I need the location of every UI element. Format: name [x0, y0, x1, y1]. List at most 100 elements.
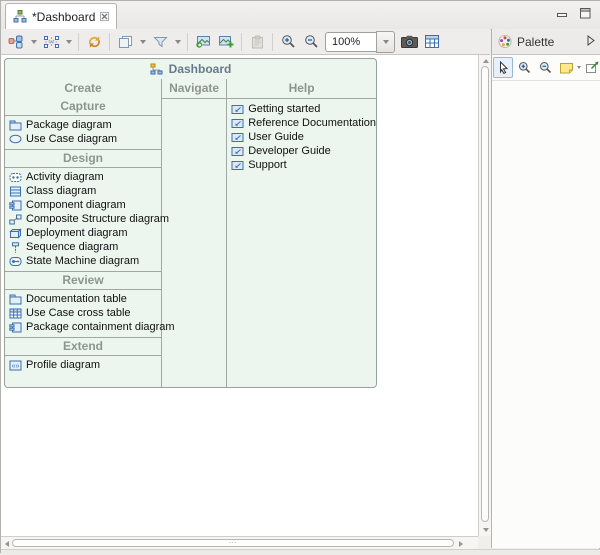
filters-button[interactable]: [149, 31, 171, 53]
synchronize-button[interactable]: [83, 31, 105, 53]
dropdown-arrow-icon[interactable]: [137, 31, 148, 53]
list-item[interactable]: Composite Structure diagram: [5, 212, 161, 226]
dashboard-panel: Dashboard Create Capture: [4, 58, 377, 388]
grid-button[interactable]: [421, 31, 443, 53]
list-item[interactable]: Support: [227, 158, 376, 172]
item-label: User Guide: [248, 131, 304, 143]
list-item[interactable]: Class diagram: [5, 184, 161, 198]
palette-zoom-in-button[interactable]: [514, 57, 534, 78]
dashboard-icon: [150, 63, 164, 75]
zoom-dropdown-button[interactable]: [376, 31, 395, 53]
note-tool-button[interactable]: [556, 57, 576, 78]
diagram-toolbar: [1, 29, 490, 55]
list-item[interactable]: Deployment diagram: [5, 226, 161, 240]
horizontal-scroll-thumb[interactable]: ⋯: [12, 539, 454, 547]
tab-dashboard[interactable]: *Dashboard: [5, 3, 117, 29]
list-item[interactable]: Documentation table: [5, 292, 161, 306]
list-item[interactable]: Use Case diagram: [5, 132, 161, 146]
maximize-button[interactable]: [580, 8, 591, 19]
filter-icon: [153, 35, 168, 49]
help-column: Help Getting started: [227, 79, 376, 387]
link-tool-button[interactable]: [582, 57, 600, 78]
zoom-out-icon: [304, 34, 319, 49]
palette-icon: [498, 34, 512, 49]
capture-section: Capture Package diagram: [5, 98, 161, 150]
palette-header[interactable]: Palette: [491, 29, 600, 55]
toolbar-separator: [187, 33, 188, 51]
list-item[interactable]: Getting started: [227, 102, 376, 116]
nodes-icon: [8, 35, 24, 49]
item-label: State Machine diagram: [26, 255, 139, 267]
zoom-in-icon: [518, 61, 531, 74]
scrollbar-corner: [478, 536, 491, 549]
camera-icon: [401, 35, 418, 48]
sync-icon: [87, 35, 102, 49]
zoom-in-button[interactable]: [277, 31, 299, 53]
state-machine-diagram-icon: [8, 256, 22, 267]
create-column-header: Create: [5, 79, 161, 98]
image-export-icon: [195, 35, 211, 48]
note-icon: [559, 62, 574, 74]
navigate-column: Navigate: [162, 79, 227, 387]
help-link-icon: [230, 118, 244, 129]
export-image-button[interactable]: [192, 31, 214, 53]
close-icon[interactable]: [100, 12, 109, 21]
snapshot-button[interactable]: [398, 31, 420, 53]
scroll-up-arrow-icon[interactable]: [480, 55, 491, 66]
list-item[interactable]: «» Profile diagram: [5, 358, 161, 372]
scroll-left-arrow-icon[interactable]: [1, 538, 12, 549]
list-item[interactable]: Component diagram: [5, 198, 161, 212]
help-link-icon: [230, 132, 244, 143]
vertical-scroll-thumb[interactable]: [481, 66, 489, 522]
copy-appearance-button[interactable]: [114, 31, 136, 53]
palette-title: Palette: [517, 35, 554, 49]
paste-icon: [251, 35, 264, 49]
dropdown-arrow-icon[interactable]: [172, 31, 183, 53]
zoom-out-button[interactable]: [300, 31, 322, 53]
scroll-down-arrow-icon[interactable]: [480, 524, 491, 535]
cursor-icon: [498, 61, 509, 74]
diagram-nodes-button[interactable]: [5, 31, 27, 53]
dropdown-arrow-icon[interactable]: [577, 66, 581, 69]
horizontal-scrollbar: ⋯: [1, 536, 478, 549]
create-column: Create Capture Package diagram: [5, 79, 162, 387]
dashboard-title: Dashboard: [169, 62, 232, 76]
sequence-diagram-icon: [8, 242, 22, 253]
review-section: Review Documentation table: [5, 272, 161, 338]
diagram-canvas[interactable]: Dashboard Create Capture: [1, 55, 478, 536]
dropdown-arrow-icon[interactable]: [63, 31, 74, 53]
list-item[interactable]: Use Case cross table: [5, 306, 161, 320]
list-item[interactable]: Reference Documentation: [227, 116, 376, 130]
scroll-right-arrow-icon[interactable]: [455, 538, 466, 549]
item-label: Use Case cross table: [26, 307, 131, 319]
profile-diagram-icon: «»: [8, 360, 22, 371]
select-tool-button[interactable]: [493, 57, 513, 78]
image-add-icon: [218, 35, 234, 48]
item-label: Getting started: [248, 103, 320, 115]
collapse-arrow-icon[interactable]: [587, 35, 595, 49]
list-item[interactable]: Developer Guide: [227, 144, 376, 158]
zoom-level-input[interactable]: [325, 32, 376, 52]
list-item[interactable]: Package containment diagram: [5, 320, 161, 334]
minimize-button[interactable]: [557, 9, 568, 18]
arrange-button[interactable]: [40, 31, 62, 53]
composite-structure-diagram-icon: [8, 214, 22, 225]
help-link-icon: [230, 146, 244, 157]
package-diagram-icon: [8, 120, 22, 131]
list-item[interactable]: User Guide: [227, 130, 376, 144]
dropdown-arrow-icon[interactable]: [28, 31, 39, 53]
zoom-in-icon: [281, 34, 296, 49]
item-label: Class diagram: [26, 185, 96, 197]
add-image-button[interactable]: [215, 31, 237, 53]
list-item[interactable]: Activity diagram: [5, 170, 161, 184]
list-item[interactable]: Sequence diagram: [5, 240, 161, 254]
class-diagram-icon: [8, 186, 22, 197]
zoom-level-combo: [325, 31, 395, 53]
item-label: Support: [248, 159, 287, 171]
paste-button[interactable]: [246, 31, 268, 53]
palette-zoom-out-button[interactable]: [535, 57, 555, 78]
arrange-icon: [43, 35, 60, 49]
list-item[interactable]: State Machine diagram: [5, 254, 161, 268]
list-item[interactable]: Package diagram: [5, 118, 161, 132]
item-label: Component diagram: [26, 199, 126, 211]
